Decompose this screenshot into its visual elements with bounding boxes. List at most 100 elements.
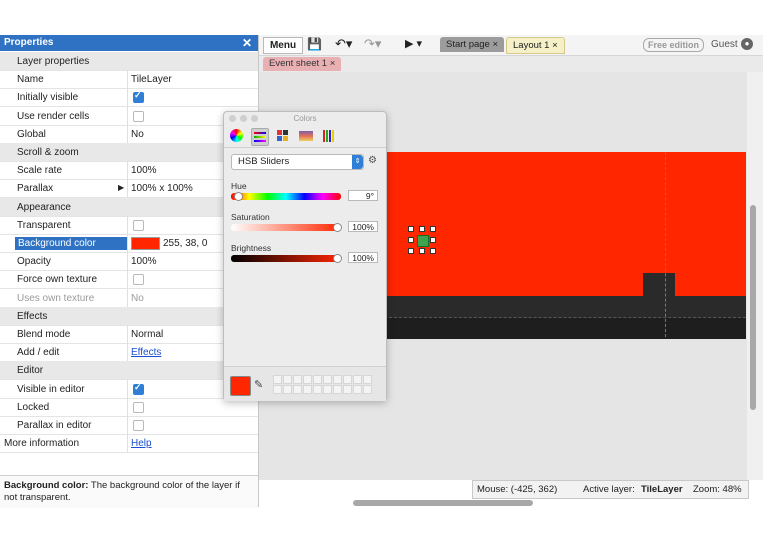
favorite-color-cell[interactable] <box>343 385 352 394</box>
property-value[interactable]: Normal <box>131 329 163 340</box>
favorite-color-cell[interactable] <box>293 375 302 384</box>
property-section[interactable]: Effects <box>0 306 258 326</box>
favorite-color-cell[interactable] <box>303 375 312 384</box>
favorite-color-cell[interactable] <box>343 375 352 384</box>
favorite-color-cell[interactable] <box>363 375 372 384</box>
property-row[interactable]: Add / edit Effects <box>0 343 258 363</box>
tile-ground-bottom[interactable] <box>384 318 746 339</box>
property-checkbox[interactable] <box>133 219 144 231</box>
favorite-color-cell[interactable] <box>313 375 322 384</box>
property-section[interactable]: Editor <box>0 361 258 381</box>
property-value[interactable]: 100% <box>131 165 157 176</box>
resize-handle[interactable] <box>419 226 425 232</box>
hue-slider-knob[interactable] <box>233 192 243 201</box>
property-checkbox[interactable] <box>133 401 144 413</box>
favorite-color-cell[interactable] <box>363 385 372 394</box>
property-row[interactable]: Opacity 100% <box>0 252 258 272</box>
property-row[interactable]: Uses own texture No <box>0 288 258 308</box>
property-checkbox[interactable] <box>133 90 144 104</box>
window-minimize-button[interactable] <box>240 115 247 122</box>
resize-handle[interactable] <box>408 237 414 243</box>
favorite-color-cell[interactable] <box>303 385 312 394</box>
saturation-value[interactable]: 100% <box>348 221 378 232</box>
property-value[interactable]: No <box>131 129 144 140</box>
favorite-color-cell[interactable] <box>323 385 332 394</box>
tab-event-sheet-1[interactable]: Event sheet 1 × <box>263 57 342 71</box>
resize-handle[interactable] <box>430 248 436 254</box>
hue-slider[interactable] <box>231 192 341 201</box>
selected-sprite[interactable] <box>417 235 429 247</box>
user-icon[interactable]: ● <box>741 38 753 50</box>
color-wheel-icon[interactable] <box>230 129 243 142</box>
tile-block[interactable] <box>643 273 675 297</box>
brightness-slider[interactable] <box>231 254 342 263</box>
property-value[interactable]: 100% <box>131 256 157 267</box>
menu-button[interactable]: Menu <box>263 37 303 54</box>
vertical-scroll-thumb[interactable] <box>750 205 756 410</box>
property-row[interactable]: Background color 255, 38, 0 <box>0 234 258 253</box>
property-row[interactable]: Name TileLayer <box>0 70 258 90</box>
property-row[interactable]: Blend mode Normal <box>0 325 258 344</box>
favorite-color-cell[interactable] <box>273 375 282 384</box>
property-checkbox[interactable] <box>133 382 144 395</box>
resize-handle[interactable] <box>408 248 414 254</box>
free-edition-badge[interactable]: Free edition <box>643 38 705 52</box>
property-row[interactable]: Parallax in editor <box>0 416 258 435</box>
tab-layout-1[interactable]: Layout 1 × <box>506 37 565 54</box>
property-row[interactable]: Initially visible <box>0 88 258 108</box>
property-value[interactable]: 100% x 100% <box>131 183 193 194</box>
guest-label[interactable]: Guest <box>711 39 738 50</box>
favorite-color-cell[interactable] <box>283 385 292 394</box>
color-palettes-icon[interactable] <box>275 128 291 144</box>
brightness-slider-knob[interactable] <box>333 254 342 263</box>
pencils-icon[interactable] <box>321 128 337 144</box>
gear-icon[interactable]: ⚙ <box>368 155 377 166</box>
close-icon[interactable]: ✕ <box>242 36 252 50</box>
window-zoom-button[interactable] <box>251 115 258 122</box>
property-value[interactable]: No <box>131 293 144 304</box>
image-palettes-icon[interactable] <box>298 128 314 144</box>
property-value[interactable]: 255, 38, 0 <box>163 238 207 249</box>
brightness-value[interactable]: 100% <box>348 252 378 263</box>
favorite-color-cell[interactable] <box>353 385 362 394</box>
background-color-swatch[interactable] <box>131 237 160 250</box>
property-link[interactable]: Effects <box>131 347 161 358</box>
favorite-color-cell[interactable] <box>283 375 292 384</box>
current-color-swatch[interactable] <box>230 376 251 396</box>
property-value[interactable]: TileLayer <box>131 74 172 85</box>
tab-start-page[interactable]: Start page × <box>440 37 505 52</box>
property-row[interactable]: Global No <box>0 124 258 144</box>
play-icon[interactable]: ▶ ▾ <box>405 37 422 52</box>
property-row[interactable]: Scale rate 100% <box>0 161 258 181</box>
property-row[interactable]: Visible in editor <box>0 379 258 399</box>
favorite-color-cell[interactable] <box>333 375 342 384</box>
saturation-slider-knob[interactable] <box>333 223 342 232</box>
resize-handle[interactable] <box>430 226 436 232</box>
favorite-color-cell[interactable] <box>333 385 342 394</box>
property-checkbox[interactable] <box>133 420 144 431</box>
colors-dialog[interactable]: Colors HSB Sliders ⇕ ⚙ Hue 9° Saturation… <box>223 111 387 401</box>
color-sliders-icon[interactable] <box>251 128 269 146</box>
resize-handle[interactable] <box>408 226 414 232</box>
favorite-color-cell[interactable] <box>313 385 322 394</box>
property-row[interactable]: Locked <box>0 397 258 417</box>
property-section[interactable]: Layer properties <box>0 52 258 71</box>
tile-ground-top[interactable] <box>384 296 746 318</box>
resize-handle[interactable] <box>430 237 436 243</box>
property-row[interactable]: Parallax ▶ 100% x 100% <box>0 179 258 199</box>
property-row[interactable]: Use render cells <box>0 106 258 126</box>
eyedropper-icon[interactable]: ✎ <box>254 378 263 391</box>
window-close-button[interactable] <box>229 115 236 122</box>
property-link[interactable]: Help <box>131 438 152 449</box>
color-mode-select[interactable]: HSB Sliders ⇕ <box>231 154 364 170</box>
property-section[interactable]: Scroll & zoom <box>0 143 258 162</box>
property-row[interactable]: Transparent <box>0 215 258 235</box>
hue-value[interactable]: 9° <box>348 190 378 201</box>
resize-handle[interactable] <box>419 248 425 254</box>
favorite-color-cell[interactable] <box>353 375 362 384</box>
favorite-color-cell[interactable] <box>323 375 332 384</box>
property-checkbox[interactable] <box>133 110 144 122</box>
property-checkbox[interactable] <box>133 274 144 286</box>
saturation-slider[interactable] <box>231 223 342 232</box>
property-row[interactable]: Force own texture <box>0 270 258 290</box>
